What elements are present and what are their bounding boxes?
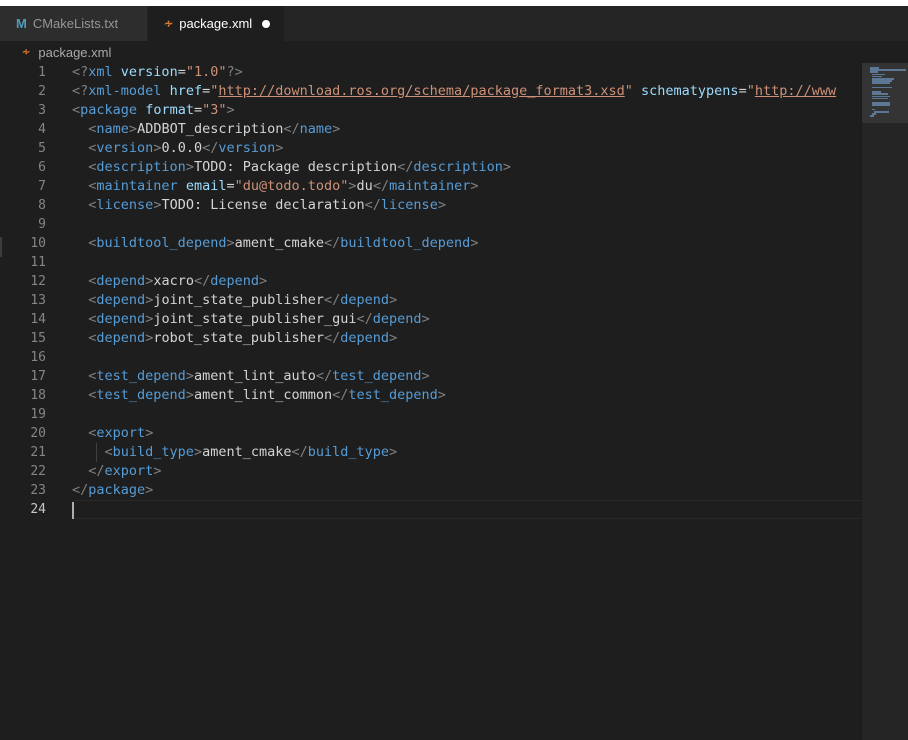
code-line[interactable]: <package format="3"> xyxy=(72,101,861,120)
line-number: 21 xyxy=(30,445,46,460)
code-line[interactable]: <version>0.0.0</version> xyxy=(72,139,861,158)
code-line[interactable]: <depend>robot_state_publisher</depend> xyxy=(72,329,861,348)
minimap-line xyxy=(872,82,891,84)
code-line[interactable]: <?xml-model href="http://download.ros.or… xyxy=(72,82,861,101)
tab-package-xml[interactable]: ∻ package.xml xyxy=(148,6,284,41)
line-number: 18 xyxy=(30,388,46,403)
line-number: 4 xyxy=(38,122,46,137)
line-number: 13 xyxy=(30,293,46,308)
line-number: 14 xyxy=(30,312,46,327)
code-line[interactable]: <export> xyxy=(72,424,861,443)
line-number: 16 xyxy=(30,350,46,365)
tab-cmakelists[interactable]: M CMakeLists.txt xyxy=(0,6,148,41)
line-number: 1 xyxy=(38,65,46,80)
code-line[interactable]: <build_type>ament_cmake</build_type> xyxy=(72,443,861,462)
line-number: 20 xyxy=(30,426,46,441)
line-number: 8 xyxy=(38,198,46,213)
cmake-m-icon: M xyxy=(16,16,27,31)
minimap-line xyxy=(870,115,875,117)
code-line[interactable]: </export> xyxy=(72,462,861,481)
minimap-line xyxy=(874,111,890,113)
code-line[interactable]: <depend>joint_state_publisher_gui</depen… xyxy=(72,310,861,329)
rss-icon: ∻ xyxy=(164,18,174,30)
code-line[interactable]: <?xml version="1.0"?> xyxy=(72,63,861,82)
code-line[interactable]: <license>TODO: License declaration</lice… xyxy=(72,196,861,215)
indent-guide xyxy=(96,443,97,462)
line-number-gutter: 1 2 3 4 5 6 7 8 9 10 11 12 13 14 15 16 17 18 19 20 21 22 23 24 xyxy=(0,63,60,519)
minimap-line xyxy=(872,97,888,100)
code-editor[interactable]: 1 2 3 4 5 6 7 8 9 10 11 12 13 14 15 16 17 18 19 20 21 22 23 24 … xyxy=(0,63,861,740)
text-cursor xyxy=(72,501,74,519)
code-line[interactable] xyxy=(72,215,861,234)
minimap-line xyxy=(872,104,891,106)
breadcrumb: ∻ package.xml xyxy=(0,41,908,63)
unsaved-changes-dot-icon[interactable] xyxy=(262,19,270,28)
minimap[interactable] xyxy=(861,63,908,740)
code-line[interactable]: <description>TODO: Package description</… xyxy=(72,158,861,177)
line-number: 12 xyxy=(30,274,46,289)
code-line[interactable] xyxy=(72,500,861,519)
code-line[interactable] xyxy=(72,405,861,424)
rss-icon: ∻ xyxy=(22,46,31,58)
code-line[interactable]: </package> xyxy=(72,481,861,500)
line-number: 2 xyxy=(38,84,46,99)
line-number: 19 xyxy=(30,407,46,422)
code-line[interactable]: <test_depend>ament_lint_common</test_dep… xyxy=(72,386,861,405)
code-line[interactable] xyxy=(72,253,861,272)
code-line[interactable]: <depend>xacro</depend> xyxy=(72,272,861,291)
minimap-line xyxy=(872,86,893,89)
editor-tab-bar: M CMakeLists.txt ∻ package.xml xyxy=(0,6,908,41)
line-number: 22 xyxy=(30,464,46,479)
line-number: 10 xyxy=(30,236,46,251)
tab-label: package.xml xyxy=(179,16,253,31)
line-number: 17 xyxy=(30,369,46,384)
code-line[interactable]: <name>ADDBOT_description</name> xyxy=(72,120,861,139)
code-line[interactable]: <buildtool_depend>ament_cmake</buildtool… xyxy=(72,234,861,253)
code-content[interactable]: <?xml version="1.0"?> <?xml-model href="h… xyxy=(72,63,861,519)
line-number: 7 xyxy=(38,179,46,194)
line-number: 3 xyxy=(38,103,46,118)
code-line[interactable]: <depend>joint_state_publisher</depend> xyxy=(72,291,861,310)
line-number: 11 xyxy=(30,255,46,270)
line-number: 23 xyxy=(30,483,46,498)
line-number: 9 xyxy=(38,217,46,232)
line-number: 15 xyxy=(30,331,46,346)
tab-label: CMakeLists.txt xyxy=(32,16,119,31)
line-number: 5 xyxy=(38,141,46,156)
code-line[interactable]: <maintainer email="du@todo.todo">du</mai… xyxy=(72,177,861,196)
code-line[interactable] xyxy=(72,348,861,367)
code-line[interactable]: <test_depend>ament_lint_auto</test_depen… xyxy=(72,367,861,386)
breadcrumb-file[interactable]: package.xml xyxy=(38,45,111,60)
line-number: 6 xyxy=(38,160,46,175)
line-number: 24 xyxy=(30,502,46,517)
